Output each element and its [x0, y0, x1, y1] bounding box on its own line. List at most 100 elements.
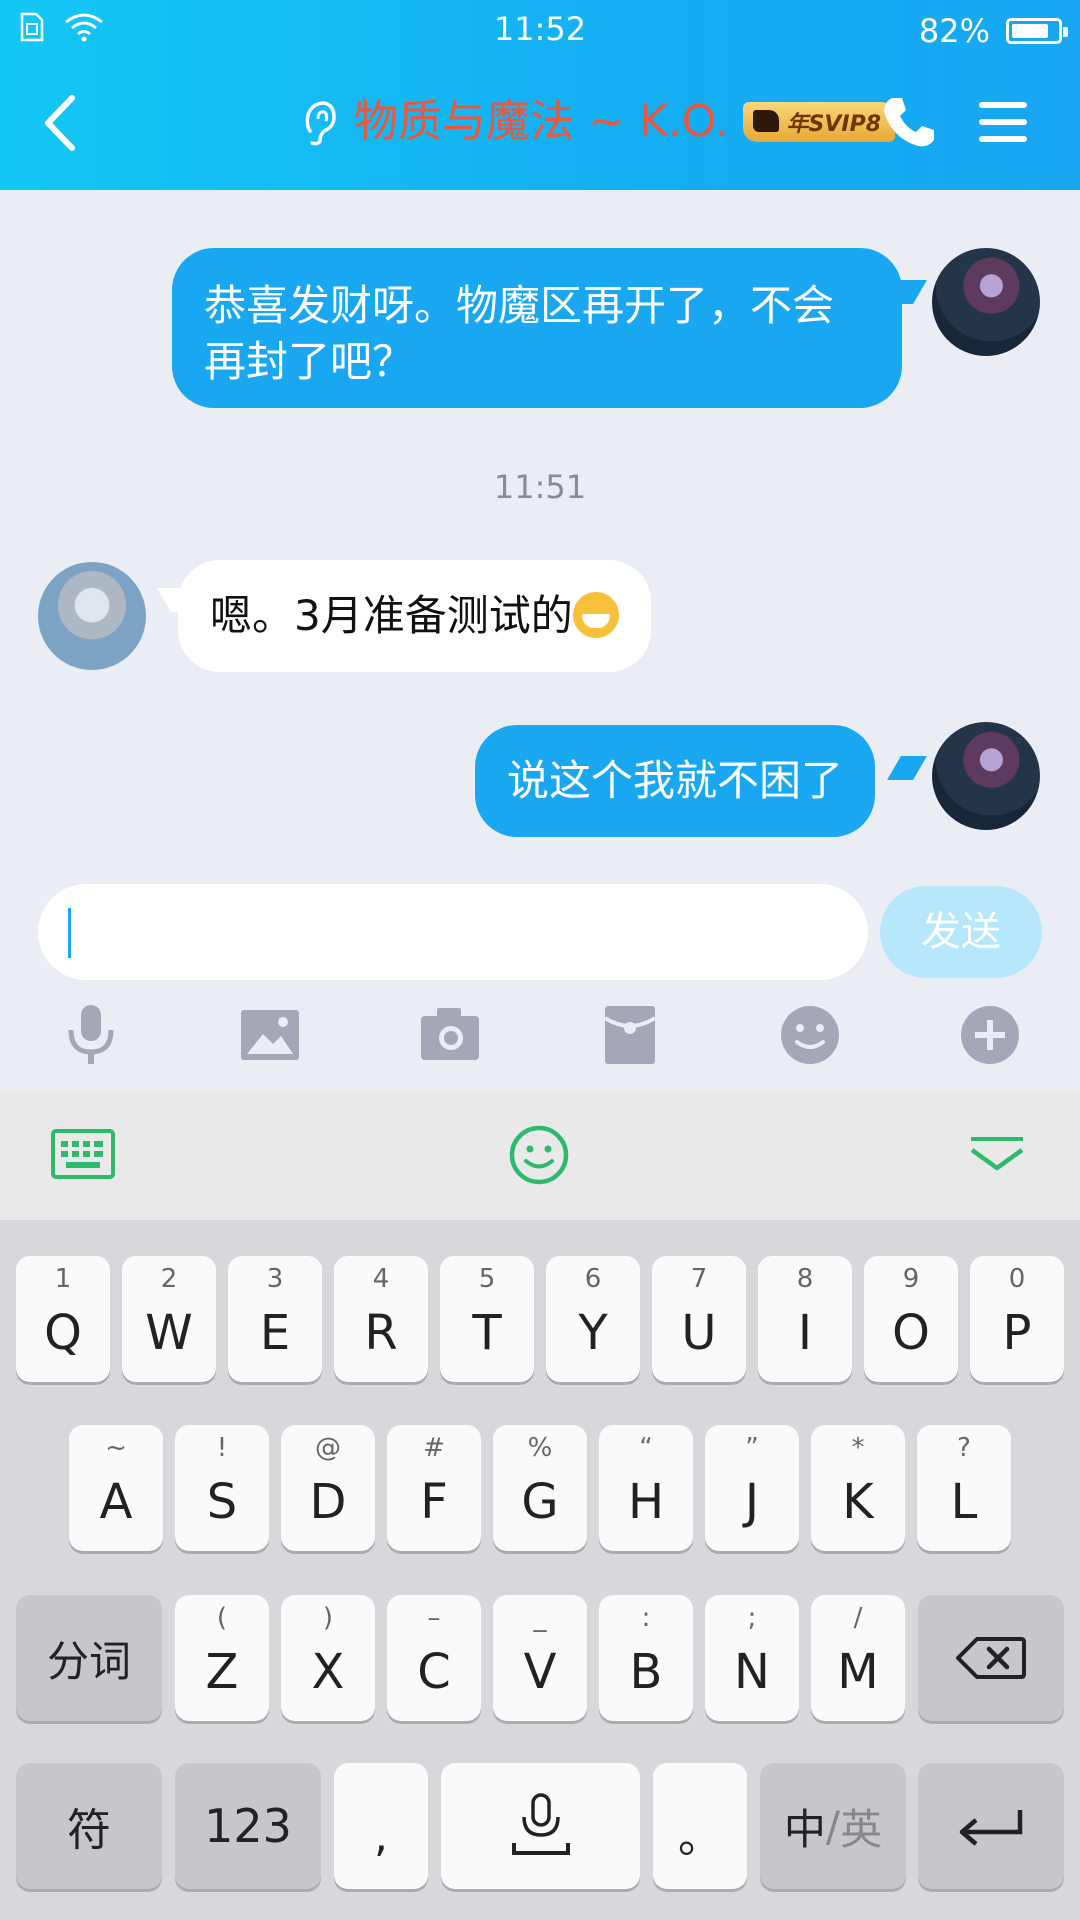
key-label: T [472, 1305, 502, 1361]
key-a[interactable]: ~ A [69, 1425, 163, 1551]
key-label: S [206, 1474, 238, 1530]
my-avatar[interactable] [932, 722, 1040, 830]
grin-emoji-icon [572, 592, 619, 638]
key-hint: 9 [902, 1264, 920, 1294]
emoji-icon[interactable] [775, 1000, 845, 1070]
number-key[interactable]: 123 [175, 1763, 321, 1889]
key-k[interactable]: * K [811, 1425, 905, 1551]
comma-key-label: , [374, 1810, 388, 1862]
contact-avatar[interactable] [38, 562, 146, 670]
keyboard-switch-icon[interactable] [50, 1128, 116, 1180]
symbol-key-label: 符 [67, 1805, 111, 1856]
key-v[interactable]: _ V [493, 1595, 587, 1721]
key-o[interactable]: 9O [864, 1256, 958, 1382]
key-hint: ! [216, 1433, 228, 1463]
segment-key-label: 分词 [46, 1636, 131, 1686]
title-group[interactable]: 物质与魔法 ~ K.O. 年SVIP8 [300, 92, 896, 152]
language-switch-label: 中 / 英 [760, 1763, 906, 1889]
symbol-key[interactable]: 符 [16, 1763, 162, 1889]
key-hint: 2 [160, 1264, 178, 1294]
key-d[interactable]: @ D [281, 1425, 375, 1551]
send-button[interactable]: 发送 [880, 886, 1042, 978]
key-label: A [99, 1474, 133, 1530]
key-j[interactable]: ” J [705, 1425, 799, 1551]
period-key[interactable]: 。 [653, 1763, 747, 1889]
lang-en-label: 英 [840, 1804, 883, 1854]
key-p[interactable]: 0P [970, 1256, 1064, 1382]
message-bubble-outgoing[interactable]: 恭喜发财呀。物魔区再开了，不会再封了吧？ [172, 248, 902, 408]
menu-button[interactable] [975, 96, 1031, 148]
message-bubble-outgoing[interactable]: 说这个我就不困了 [475, 725, 876, 837]
key-hint: 1 [54, 1264, 72, 1294]
lang-cn-label: 中 [783, 1804, 826, 1854]
keyboard-hide-icon[interactable] [968, 1134, 1026, 1174]
language-switch-key[interactable]: 中 / 英 [760, 1763, 906, 1889]
red-packet-icon[interactable] [595, 1000, 665, 1070]
key-label: K [842, 1474, 874, 1530]
key-hint: ” [745, 1433, 759, 1463]
key-y[interactable]: 6Y [546, 1256, 640, 1382]
key-q[interactable]: 1Q [16, 1256, 110, 1382]
space-key[interactable] [441, 1763, 640, 1889]
message-input[interactable] [38, 884, 868, 980]
key-m[interactable]: / M [811, 1595, 905, 1721]
image-icon[interactable] [235, 1000, 305, 1070]
key-u[interactable]: 7U [652, 1256, 746, 1382]
key-h[interactable]: “H [599, 1425, 693, 1551]
key-w[interactable]: 2W [122, 1256, 216, 1382]
phone-call-button[interactable] [878, 92, 938, 152]
key-hint: ) [322, 1603, 334, 1633]
key-label: M [837, 1644, 879, 1700]
key-b[interactable]: :B [599, 1595, 693, 1721]
message-list[interactable]: 恭喜发财呀。物魔区再开了，不会再封了吧？ 11:51 嗯。3月准备测试的 说这个… [0, 190, 1080, 860]
key-hint: _ [533, 1603, 547, 1633]
key-i[interactable]: 8I [758, 1256, 852, 1382]
key-g[interactable]: % G [493, 1425, 587, 1551]
key-hint: 6 [584, 1264, 602, 1294]
camera-icon[interactable] [415, 1000, 485, 1070]
microphone-icon[interactable] [56, 1000, 126, 1070]
key-n[interactable]: ; N [705, 1595, 799, 1721]
key-label: Z [205, 1644, 239, 1700]
key-l[interactable]: ? L [917, 1425, 1011, 1551]
key-s[interactable]: ! S [175, 1425, 269, 1551]
my-avatar[interactable] [932, 248, 1040, 356]
key-label: X [311, 1644, 345, 1700]
key-label: N [734, 1644, 770, 1700]
key-hint: / [853, 1603, 863, 1633]
backspace-key[interactable] [918, 1595, 1064, 1721]
key-hint: 5 [478, 1264, 496, 1294]
key-r[interactable]: 4R [334, 1256, 428, 1382]
enter-key[interactable] [918, 1763, 1064, 1889]
plus-icon[interactable] [955, 1000, 1025, 1070]
message-bubble-incoming[interactable]: 嗯。3月准备测试的 [178, 560, 651, 672]
backspace-icon [918, 1595, 1064, 1721]
key-label: P [1002, 1305, 1032, 1361]
key-label: O [892, 1305, 930, 1361]
segment-key[interactable]: 分词 [16, 1595, 162, 1721]
keyboard-toolbar [0, 1090, 1080, 1220]
key-hint: 0 [1008, 1264, 1026, 1294]
keyboard: 分词 符 123 , 。 中 / 英 1 Q 2 W 3 E 4 R 5 T 6… [0, 1220, 1080, 1920]
key-label: W [145, 1305, 193, 1361]
ear-mode-icon [305, 101, 336, 146]
key-hint: – [427, 1603, 441, 1633]
key-hint: ~ [105, 1433, 127, 1463]
key-c[interactable]: – C [387, 1595, 481, 1721]
key-t[interactable]: 5T [440, 1256, 534, 1382]
comma-key[interactable]: , [334, 1763, 428, 1889]
key-label: E [259, 1305, 291, 1361]
key-hint: 3 [266, 1264, 284, 1294]
keyboard-emoji-icon[interactable] [508, 1124, 570, 1186]
chat-screen: 11:52 82% 物质与魔法 ~ K.O. 年SVIP8 恭喜发财呀。物魔区再… [0, 0, 1080, 1920]
message-text: 恭喜发财呀。物魔区再开了，不会再封了吧？ [204, 281, 835, 386]
message-timestamp: 11:51 [493, 468, 587, 506]
key-hint: : [641, 1603, 651, 1633]
key-f[interactable]: # F [387, 1425, 481, 1551]
header-bar: 11:52 82% 物质与魔法 ~ K.O. 年SVIP8 [0, 0, 1080, 190]
key-z[interactable]: (Z [175, 1595, 269, 1721]
back-button[interactable] [30, 88, 90, 158]
key-hint: 7 [690, 1264, 708, 1294]
key-e[interactable]: 3E [228, 1256, 322, 1382]
key-x[interactable]: ) X [281, 1595, 375, 1721]
